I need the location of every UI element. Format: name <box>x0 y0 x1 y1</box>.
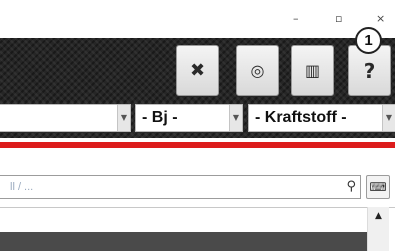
keyboard-icon: ⌨ <box>369 180 387 194</box>
callout-marker: 1 <box>355 27 382 54</box>
year-select-value: - Bj - <box>142 109 178 126</box>
search-input[interactable]: ll / ... ⚲ <box>0 175 361 199</box>
year-select[interactable]: - Bj - ▼ <box>135 104 243 132</box>
tools-icon: ✖ <box>189 60 206 81</box>
fuel-select[interactable]: - Kraftstoff - ▼ <box>248 104 395 132</box>
scrollbar[interactable]: ▲ <box>367 207 389 251</box>
tire-button[interactable]: ◎ <box>236 45 279 96</box>
search-icon[interactable]: ⚲ <box>346 179 356 194</box>
tire-icon: ◎ <box>250 61 265 80</box>
close-button[interactable]: × <box>376 13 385 25</box>
chevron-down-icon: ▼ <box>117 105 130 131</box>
scroll-up-icon[interactable]: ▲ <box>368 211 389 221</box>
tools-button[interactable]: ✖ <box>176 45 219 96</box>
list-item[interactable] <box>0 232 367 251</box>
fuel-select-value: - Kraftstoff - <box>255 109 347 126</box>
chevron-down-icon: ▼ <box>382 105 395 131</box>
chevron-down-icon: ▼ <box>229 105 242 131</box>
help-icon: ? <box>363 58 376 83</box>
accent-divider <box>0 142 395 148</box>
minimize-button[interactable]: – <box>293 13 299 25</box>
filter-select-first[interactable]: ▼ <box>0 104 131 132</box>
keyboard-button[interactable]: ⌨ <box>366 175 390 199</box>
gift-button[interactable]: ▥ <box>291 45 334 96</box>
maximize-button[interactable]: ▫ <box>335 13 342 25</box>
gift-icon: ▥ <box>304 61 321 80</box>
title-bar: – ▫ × <box>0 0 395 38</box>
search-placeholder: ll / ... <box>10 181 34 193</box>
callout-number: 1 <box>364 32 373 49</box>
